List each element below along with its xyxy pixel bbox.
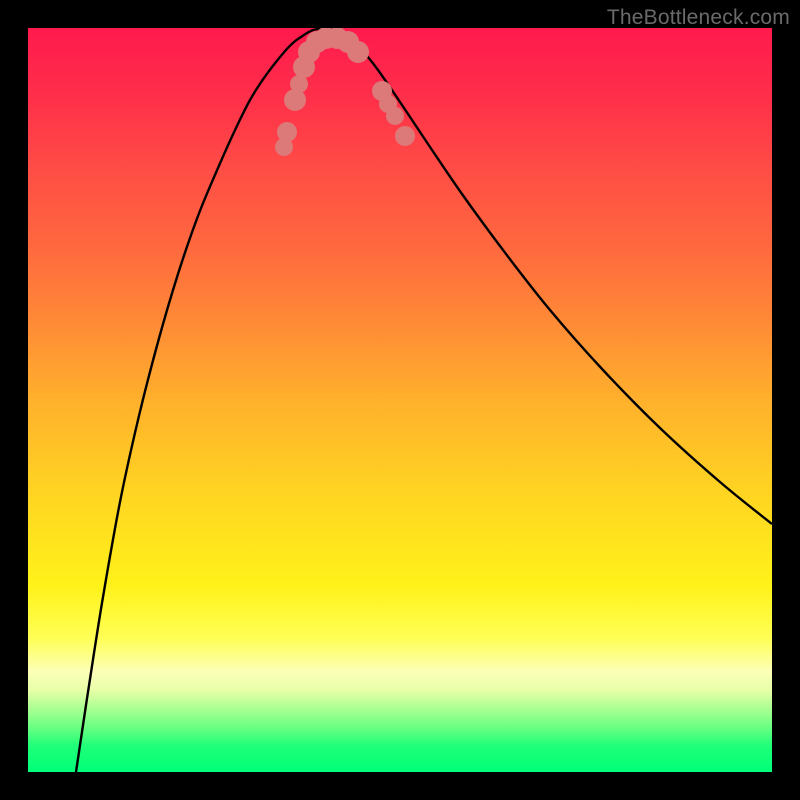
chart-plot xyxy=(28,28,772,772)
valley-dot xyxy=(347,41,369,63)
watermark-text: TheBottleneck.com xyxy=(607,6,790,30)
valley-dot xyxy=(386,107,404,125)
valley-dot xyxy=(395,126,415,146)
valley-dot xyxy=(284,89,306,111)
chart-frame xyxy=(28,28,772,772)
valley-dot xyxy=(277,122,297,142)
